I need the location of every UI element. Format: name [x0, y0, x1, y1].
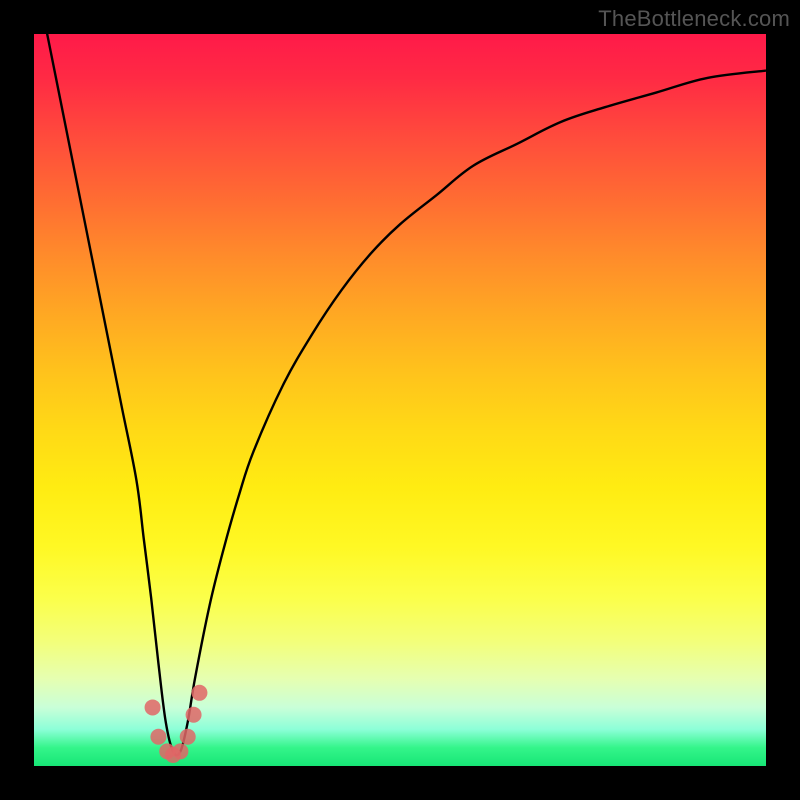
- curve-path: [34, 34, 766, 755]
- curve-marker: [150, 729, 166, 745]
- curve-marker: [191, 685, 207, 701]
- curve-marker: [186, 707, 202, 723]
- curve-marker: [180, 729, 196, 745]
- plot-area: [34, 34, 766, 766]
- chart-frame: TheBottleneck.com: [0, 0, 800, 800]
- bottleneck-curve: [34, 34, 766, 766]
- watermark-text: TheBottleneck.com: [598, 6, 790, 32]
- curve-marker: [145, 699, 161, 715]
- curve-marker: [172, 743, 188, 759]
- marker-group: [145, 685, 208, 763]
